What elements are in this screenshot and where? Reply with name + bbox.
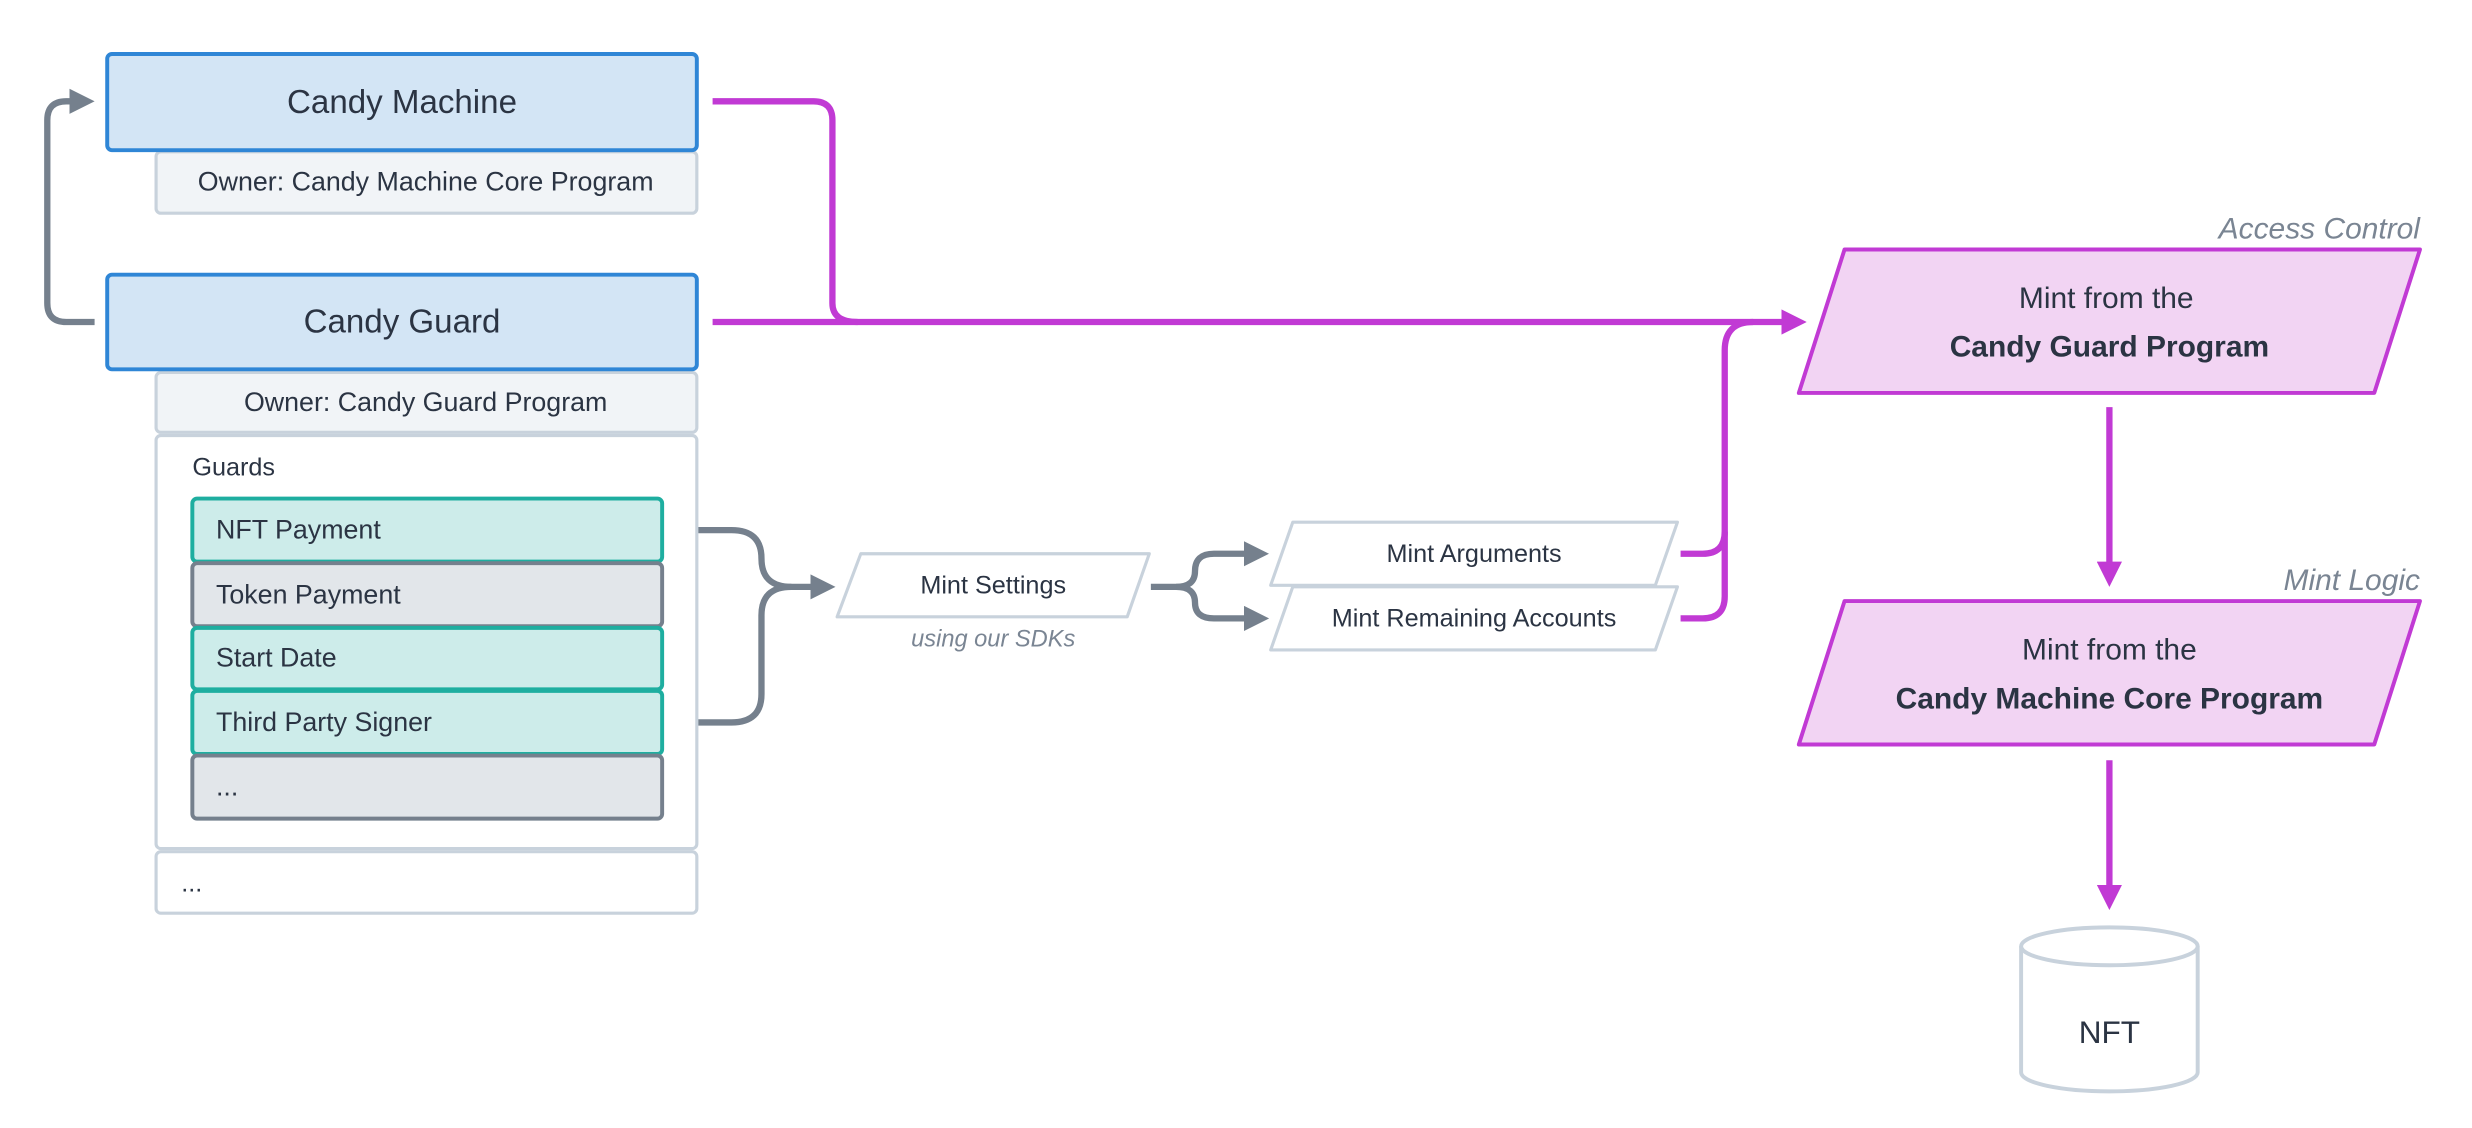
guard-label: NFT Payment	[216, 515, 381, 545]
candy-machine-owner: Owner: Candy Machine Core Program	[198, 166, 654, 196]
candy-guard-program: Access Control Mint from the Candy Guard…	[1796, 212, 2422, 395]
more-label: ...	[181, 869, 202, 897]
guard-label: Token Payment	[216, 579, 401, 609]
guard-item: Start Date	[190, 625, 665, 692]
candy-guard-title: Candy Guard	[304, 303, 501, 340]
candy-guard-owner: Owner: Candy Guard Program	[244, 387, 607, 417]
program-line1: Mint from the	[2019, 282, 2194, 315]
program-line2: Candy Guard Program	[1950, 331, 2269, 364]
guard-item: NFT Payment	[190, 496, 665, 564]
guard-label: Third Party Signer	[216, 707, 432, 737]
settings-to-arguments-arrow	[1150, 541, 1270, 591]
more-box	[154, 850, 699, 915]
mint-arguments-label: Mint Arguments	[1386, 540, 1561, 568]
mint-remaining-accounts-label: Mint Remaining Accounts	[1332, 605, 1617, 633]
guard-label: Start Date	[216, 642, 337, 672]
guards-label: Guards	[192, 453, 275, 481]
candy-machine-title: Candy Machine	[287, 84, 517, 121]
guard-to-machine-arrow	[44, 88, 95, 326]
nft-database: NFT	[2019, 925, 2200, 1094]
accounts-flow-line	[1680, 318, 1754, 622]
mint-remaining-accounts: Mint Remaining Accounts	[1269, 585, 1680, 652]
guard-item: Third Party Signer	[190, 688, 665, 756]
mint-arguments: Mint Arguments	[1269, 520, 1680, 587]
candy-machine-diagram: Owner: Candy Machine Core Program Candy …	[44, 52, 2422, 1094]
section-label: Access Control	[2217, 212, 2422, 245]
candy-guard-account: Owner: Candy Guard Program Candy Guard G…	[105, 272, 699, 915]
mint-settings-label: Mint Settings	[920, 572, 1066, 600]
guard-item: ...	[190, 753, 665, 821]
candy-machine-core-program: Mint Logic Mint from the Candy Machine C…	[1796, 564, 2422, 747]
settings-to-accounts-arrow	[1175, 583, 1270, 632]
program-line2: Candy Machine Core Program	[1896, 682, 2324, 715]
program-line1: Mint from the	[2022, 633, 2197, 666]
machine-flow-line	[712, 98, 858, 326]
arguments-flow-line	[1680, 531, 1728, 557]
mint-settings: Mint Settings using our SDKs	[835, 552, 1151, 653]
section-label: Mint Logic	[2284, 564, 2420, 597]
mint-settings-caption: using our SDKs	[911, 627, 1075, 653]
guard-label: ...	[216, 772, 238, 802]
guard-item: Token Payment	[190, 561, 665, 629]
nft-label: NFT	[2079, 1014, 2140, 1050]
candy-machine-account: Owner: Candy Machine Core Program Candy …	[105, 52, 699, 215]
